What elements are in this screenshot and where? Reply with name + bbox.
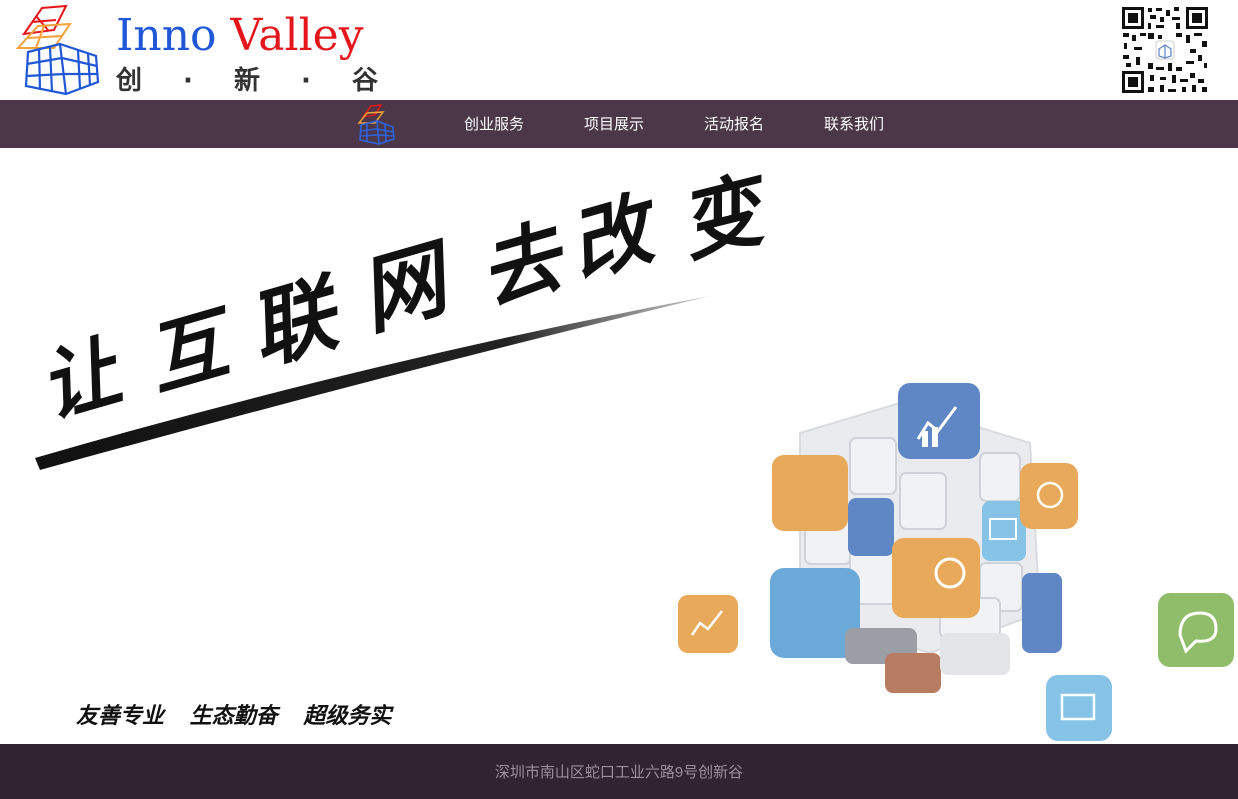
floating-cube-green: [1158, 593, 1234, 667]
cube-tile-blue-top: [898, 383, 980, 459]
brand-name-chinese: 创 · 新 · 谷: [116, 64, 378, 98]
floating-cube-orange: [678, 595, 738, 653]
slogan-char: 改: [559, 179, 672, 294]
cube-tile-brown-bottom: [885, 653, 941, 693]
brand-name-part1: Inno: [116, 10, 217, 61]
nav-item-contact[interactable]: 联系我们: [824, 100, 884, 148]
brand-name-part2: Valley: [230, 10, 364, 61]
brand-cn-char: 创: [116, 66, 143, 96]
qr-code-icon: [1120, 5, 1210, 95]
slogan-char: 互: [137, 295, 248, 407]
slogan-char: 让: [30, 325, 133, 435]
site-footer: 深圳市南山区蛇口工业六路9号创新谷: [0, 744, 1238, 799]
slogan-char: 去: [469, 207, 579, 321]
nav-item-startup-services[interactable]: 创业服务: [464, 100, 524, 148]
main-nav: 创业服务 项目展示 活动报名 联系我们: [0, 100, 1238, 148]
cube-tile-white-bottom: [940, 633, 1010, 675]
cube-tile-lightblue-right: [982, 501, 1026, 561]
motto-text: 友善专业 生态勤奋 超级务实: [76, 703, 392, 729]
nav-item-projects[interactable]: 项目展示: [584, 100, 644, 148]
cube-tile-blue-right: [1022, 573, 1062, 653]
cube-tile-orange-right: [1020, 463, 1078, 529]
footer-address: 深圳市南山区蛇口工业六路9号创新谷: [494, 764, 744, 781]
brand-cn-char: 新: [233, 66, 260, 96]
floating-cube-lightblue: [1046, 675, 1112, 741]
rubik-cube-logo-icon[interactable]: [14, 4, 104, 96]
site-header: Inno Valley 创 · 新 · 谷: [0, 0, 1238, 100]
rubik-cube-home-icon[interactable]: [355, 103, 397, 145]
calligraphy-slogan: 让 互 联 网 去 改 变: [30, 160, 770, 470]
nav-item-events[interactable]: 活动报名: [704, 100, 764, 148]
brand-cn-dot: ·: [183, 66, 193, 96]
slogan-char: 联: [238, 261, 356, 382]
cube-tile-blue-mid: [848, 498, 894, 556]
brand-cn-dot: ·: [301, 66, 311, 96]
brand-name-english: Inno Valley: [116, 10, 364, 62]
slogan-char: 网: [348, 226, 467, 347]
cube-cluster-illustration: [678, 383, 1234, 741]
cube-tile-orange-left: [772, 455, 848, 531]
brand-cn-char: 谷: [351, 66, 378, 96]
hero-banner: 让 互 联 网 去 改 变 友善专业 生态勤奋 超级务实: [0, 148, 1238, 744]
slogan-char: 变: [670, 160, 770, 273]
